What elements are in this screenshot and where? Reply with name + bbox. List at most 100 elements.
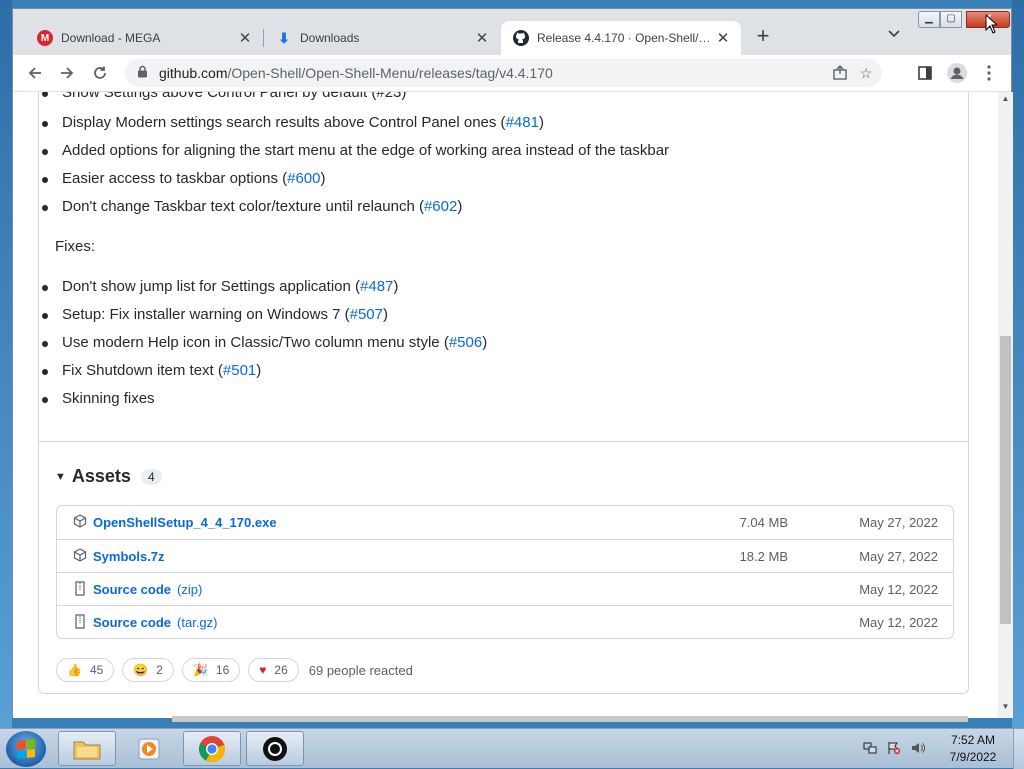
taskbar-app[interactable] bbox=[246, 731, 304, 766]
desktop-background-right bbox=[1012, 0, 1024, 728]
new-tab-button[interactable]: + bbox=[751, 25, 775, 49]
taskbar-media-player[interactable] bbox=[120, 731, 178, 766]
close-icon[interactable]: ✕ bbox=[237, 30, 253, 47]
tab-downloads[interactable]: ⬇ Downloads ✕ bbox=[264, 21, 500, 55]
url-host: github.com bbox=[159, 65, 228, 81]
taskbar: 7:52 AM 7/9/2022 bbox=[0, 728, 1024, 769]
note-text: Setup: Fix installer warning on Windows … bbox=[62, 306, 350, 323]
package-icon bbox=[73, 514, 87, 530]
media-player-icon bbox=[138, 738, 160, 759]
note-text: Don't change Taskbar text color/texture … bbox=[62, 198, 424, 215]
issue-link[interactable]: #602 bbox=[424, 198, 457, 215]
asset-download-link[interactable]: Source code (zip) bbox=[93, 582, 202, 597]
browser-window: M Download - MEGA ✕ ⬇ Downloads ✕ Releas… bbox=[12, 8, 1013, 718]
issue-link[interactable]: #481 bbox=[506, 114, 539, 131]
side-panel-button[interactable] bbox=[913, 61, 937, 85]
forward-arrow-icon bbox=[61, 67, 74, 79]
horizontal-scrollbar[interactable] bbox=[172, 716, 968, 722]
folder-icon bbox=[73, 741, 101, 759]
bullet bbox=[42, 177, 48, 183]
maximize-button[interactable]: ▢ bbox=[940, 11, 962, 28]
download-icon: ⬇ bbox=[278, 29, 290, 46]
bullet bbox=[42, 313, 48, 319]
thumbs-up-icon: 👍 bbox=[67, 663, 82, 677]
note-text-tail: ) bbox=[383, 306, 388, 323]
clock-date: 7/9/2022 bbox=[949, 750, 997, 764]
show-desktop-button[interactable] bbox=[1013, 729, 1024, 769]
issue-link[interactable]: #487 bbox=[360, 278, 393, 295]
fix-item: Use modern Help icon in Classic/Two colu… bbox=[42, 334, 487, 351]
network-icon[interactable] bbox=[862, 741, 878, 757]
note-text: Fix Shutdown item text ( bbox=[62, 362, 223, 379]
release-note-item: Display Modern settings search results a… bbox=[42, 114, 544, 131]
taskbar-chrome[interactable] bbox=[183, 731, 241, 766]
share-icon[interactable] bbox=[831, 65, 849, 83]
forward-button[interactable] bbox=[55, 61, 79, 85]
asset-name-text: Symbols.7z bbox=[93, 549, 165, 564]
volume-icon[interactable] bbox=[910, 741, 926, 757]
address-bar[interactable]: github.com/Open-Shell/Open-Shell-Menu/re… bbox=[125, 59, 882, 87]
release-note-item: Added options for aligning the start men… bbox=[42, 142, 669, 159]
vertical-scrollbar[interactable]: ▲ ▼ bbox=[998, 92, 1013, 718]
asset-date: May 27, 2022 bbox=[859, 549, 938, 564]
fix-item: Don't show jump list for Settings applic… bbox=[42, 278, 399, 295]
note-text-tail: ) bbox=[320, 170, 326, 187]
mega-icon: M bbox=[37, 30, 53, 46]
browser-menu-button[interactable] bbox=[977, 61, 1001, 85]
issue-link[interactable]: #600 bbox=[287, 170, 320, 187]
asset-size: 7.04 MB bbox=[739, 515, 788, 530]
reload-button[interactable] bbox=[88, 61, 112, 85]
bullet bbox=[42, 205, 48, 211]
start-button[interactable] bbox=[6, 731, 46, 767]
asset-download-link[interactable]: Source code (tar.gz) bbox=[93, 615, 218, 630]
assets-list: OpenShellSetup_4_4_170.exe 7.04 MB May 2… bbox=[56, 505, 954, 639]
tab-mega[interactable]: M Download - MEGA ✕ bbox=[25, 21, 263, 55]
caret-down-icon: ▼ bbox=[55, 470, 66, 483]
minimize-button[interactable]: ▁ bbox=[918, 11, 940, 28]
fix-item: Skinning fixes bbox=[42, 390, 155, 407]
assets-toggle[interactable]: ▼ Assets 4 bbox=[55, 466, 162, 487]
circle-app-icon bbox=[263, 736, 287, 761]
tab-strip: M Download - MEGA ✕ ⬇ Downloads ✕ Releas… bbox=[13, 9, 1011, 55]
note-text-tail: ) bbox=[538, 114, 544, 131]
fixes-heading: Fixes: bbox=[55, 238, 96, 255]
release-note-partial: Show Settings above Control Panel by def… bbox=[42, 92, 406, 101]
asset-date: May 12, 2022 bbox=[859, 582, 938, 597]
close-icon[interactable]: ✕ bbox=[474, 30, 490, 47]
scrollbar-thumb[interactable] bbox=[1000, 336, 1011, 624]
issue-link[interactable]: #507 bbox=[350, 306, 383, 323]
back-button[interactable] bbox=[23, 61, 47, 85]
scroll-up-arrow-icon[interactable]: ▲ bbox=[998, 94, 1013, 108]
issue-link[interactable]: #501 bbox=[223, 362, 256, 379]
asset-download-link[interactable]: Symbols.7z bbox=[93, 549, 165, 564]
laugh-reaction[interactable]: 😄 2 bbox=[122, 658, 174, 682]
taskbar-clock[interactable]: 7:52 AM 7/9/2022 bbox=[940, 732, 1006, 766]
action-center-flag-icon[interactable] bbox=[886, 741, 902, 757]
mouse-cursor-icon bbox=[985, 14, 997, 34]
lock-icon[interactable] bbox=[137, 65, 151, 81]
back-arrow-icon bbox=[28, 67, 41, 79]
fix-item: Setup: Fix installer warning on Windows … bbox=[42, 306, 388, 323]
release-note-item: Easier access to taskbar options (#600) bbox=[42, 170, 326, 187]
tab-title: Download - MEGA bbox=[61, 31, 161, 45]
heart-reaction[interactable]: ♥ 26 bbox=[248, 658, 299, 682]
issue-link[interactable]: #506 bbox=[449, 334, 482, 351]
taskbar-explorer[interactable] bbox=[58, 731, 116, 766]
hooray-reaction[interactable]: 🎉 16 bbox=[181, 658, 241, 682]
bullet bbox=[42, 341, 48, 347]
note-text: Use modern Help icon in Classic/Two colu… bbox=[62, 334, 449, 351]
profile-button[interactable] bbox=[945, 61, 969, 85]
tab-search-chevron-icon[interactable] bbox=[886, 27, 902, 43]
asset-row: Source code (zip) May 12, 2022 bbox=[57, 572, 953, 605]
kebab-menu-icon bbox=[987, 65, 991, 81]
asset-download-link[interactable]: OpenShellSetup_4_4_170.exe bbox=[93, 515, 277, 530]
note-text: Don't show jump list for Settings applic… bbox=[62, 278, 361, 295]
chrome-icon bbox=[198, 735, 226, 762]
tab-release[interactable]: Release 4.4.170 · Open-Shell/Open-Shell-… bbox=[501, 21, 741, 55]
close-icon[interactable]: ✕ bbox=[715, 30, 731, 47]
file-zip-icon bbox=[73, 614, 87, 630]
bookmark-star-icon[interactable]: ☆ bbox=[857, 65, 875, 83]
scroll-down-arrow-icon[interactable]: ▼ bbox=[998, 702, 1013, 716]
note-text-tail: ) bbox=[393, 278, 399, 295]
thumbs-up-reaction[interactable]: 👍 45 bbox=[56, 658, 115, 682]
